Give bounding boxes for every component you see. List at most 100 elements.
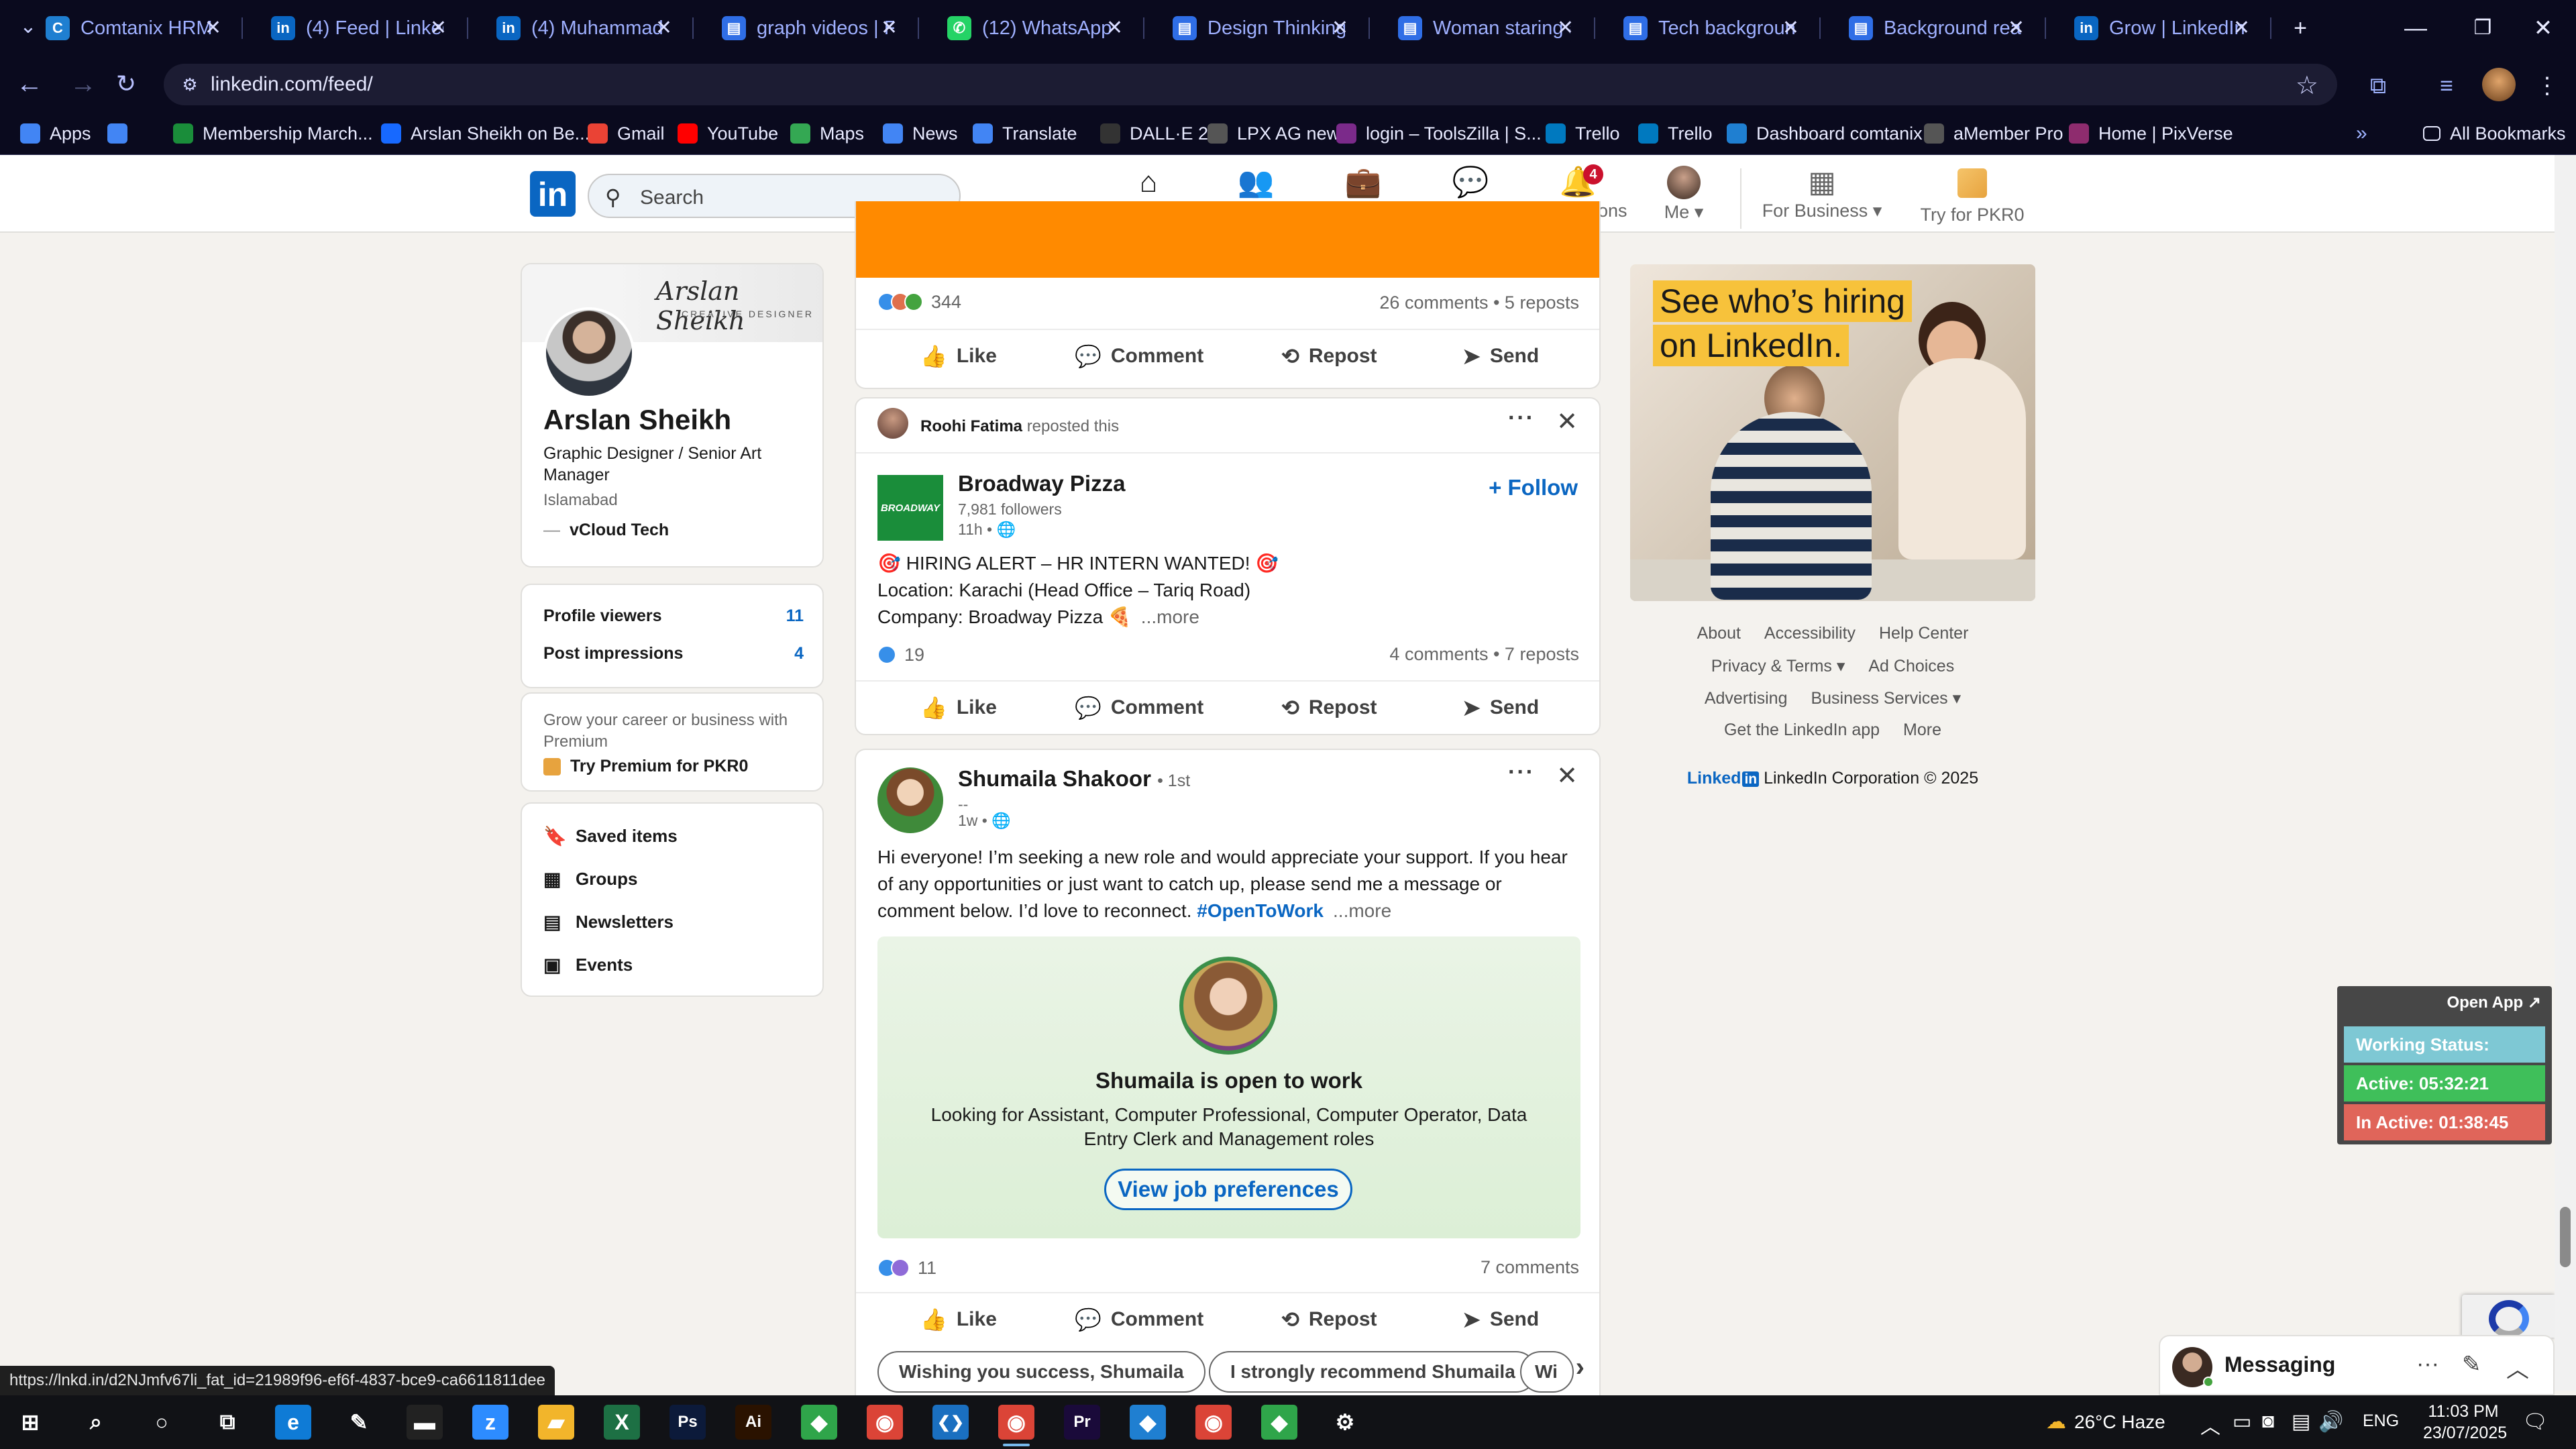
browser-tab[interactable]: in (4) Muhammad M✕ xyxy=(471,5,686,51)
minimize-button[interactable]: — xyxy=(2385,8,2446,48)
bookmark-item[interactable]: LPX AG new xyxy=(1208,120,1340,147)
more-bookmarks-icon[interactable]: » xyxy=(2356,120,2367,147)
footer-link-more[interactable]: More xyxy=(1903,720,1941,739)
company-logo[interactable]: BROADWAY xyxy=(877,475,943,541)
tab-close-icon[interactable]: ✕ xyxy=(655,16,672,40)
camtasia-icon[interactable]: ◆ xyxy=(801,1405,837,1440)
author-avatar[interactable] xyxy=(877,767,943,833)
address-bar[interactable]: ⚙ linkedin.com/feed/ ☆ xyxy=(164,64,2337,105)
hashtag-link[interactable]: #OpenToWork xyxy=(1197,900,1324,921)
chrome-icon[interactable]: ◉ xyxy=(867,1405,903,1440)
messaging-title[interactable]: Messaging xyxy=(2224,1352,2335,1377)
page-scrollbar[interactable] xyxy=(2555,155,2576,1391)
footer-link-ad-choices[interactable]: Ad Choices xyxy=(1868,657,1954,676)
bookmark-item[interactable]: aMember Pro xyxy=(1924,120,2063,147)
more-options-icon[interactable]: ··· xyxy=(1508,759,1535,786)
bookmark-item[interactable]: Maps xyxy=(790,120,864,147)
open-to-work-avatar[interactable] xyxy=(1179,957,1277,1055)
clock[interactable]: 11:03 PM 23/07/2025 xyxy=(2423,1401,2507,1444)
tab-close-icon[interactable]: ✕ xyxy=(430,16,447,40)
search-icon[interactable]: ⌕ xyxy=(78,1405,114,1440)
post-image[interactable] xyxy=(856,201,1599,278)
footer-link-about[interactable]: About xyxy=(1697,624,1741,643)
new-tab-button[interactable]: + xyxy=(2270,8,2330,48)
tab-close-icon[interactable]: ✕ xyxy=(881,16,898,40)
browser-tab[interactable]: ▤ Tech background ✕ xyxy=(1598,5,1813,51)
browser-tab[interactable]: ▤ Background reali ✕ xyxy=(1823,5,2038,51)
profile-name[interactable]: Arslan Sheikh xyxy=(543,404,731,436)
bookmark-item[interactable]: Translate xyxy=(973,120,1077,147)
footer-link-advertising[interactable]: Advertising xyxy=(1705,689,1788,708)
site-info-icon[interactable]: ⚙ xyxy=(178,73,201,96)
like-button[interactable]: 👍 Like xyxy=(920,684,997,731)
close-icon[interactable]: ✕ xyxy=(1556,761,1578,791)
windows-start-icon[interactable]: ⊞ xyxy=(12,1405,48,1440)
comment-button[interactable]: 💬 Comment xyxy=(1075,1296,1203,1343)
bookmark-item[interactable]: Dashboard comtanix xyxy=(1727,120,1923,147)
bookmark-item[interactable]: Trello xyxy=(1546,120,1620,147)
weather-icon[interactable]: ☁ xyxy=(2046,1410,2066,1434)
comment-button[interactable]: 💬 Comment xyxy=(1075,333,1203,380)
browser-menu-icon[interactable]: ⋮ xyxy=(2530,69,2564,103)
tab-close-icon[interactable]: ✕ xyxy=(1106,16,1123,40)
shortcut-groups[interactable]: ▦ Groups xyxy=(543,865,637,892)
terminal-icon[interactable]: ▬ xyxy=(407,1405,443,1440)
footer-link-accessibility[interactable]: Accessibility xyxy=(1764,624,1856,643)
send-button[interactable]: ➤ Send xyxy=(1462,333,1539,380)
bookmark-star-icon[interactable]: ☆ xyxy=(2296,70,2318,101)
footer-link-get-app[interactable]: Get the LinkedIn app xyxy=(1724,720,1880,739)
reload-icon[interactable]: ↻ xyxy=(109,66,144,101)
tab-close-icon[interactable]: ✕ xyxy=(1332,16,1348,40)
file-explorer-icon[interactable]: ▰ xyxy=(538,1405,574,1440)
bookmark-item[interactable]: Membership March... xyxy=(173,120,373,147)
illustrator-icon[interactable]: Ai xyxy=(735,1405,771,1440)
bookmark-item[interactable]: YouTube xyxy=(678,120,778,147)
browser-tab[interactable]: ✆ (12) WhatsApp ✕ xyxy=(922,5,1136,51)
nav-me[interactable]: Me ▾ xyxy=(1630,164,1737,231)
like-button[interactable]: 👍 Like xyxy=(920,333,997,380)
bookmark-item[interactable]: Gmail xyxy=(588,120,665,147)
edge-icon[interactable]: e xyxy=(275,1405,311,1440)
profile-viewers-row[interactable]: Profile viewers 11 xyxy=(543,606,804,633)
media-controls-icon[interactable]: ≡ xyxy=(2430,69,2463,103)
send-button[interactable]: ➤ Send xyxy=(1462,1296,1539,1343)
chevron-up-icon[interactable]: ︿ xyxy=(2200,1410,2220,1440)
linkedin-logo[interactable]: in xyxy=(530,171,576,217)
shortcut-newsletters[interactable]: ▤ Newsletters xyxy=(543,908,674,935)
profile-avatar[interactable] xyxy=(543,307,635,398)
comments-reposts[interactable]: 26 comments • 5 reposts xyxy=(1379,292,1579,313)
tab-close-icon[interactable]: ✕ xyxy=(1782,16,1799,40)
reactions-summary[interactable]: 344 xyxy=(877,288,961,315)
extensions-icon[interactable]: ⧉ xyxy=(2361,69,2395,103)
reactions-summary[interactable]: 11 xyxy=(877,1254,936,1281)
close-icon[interactable]: ✕ xyxy=(1556,407,1578,437)
profile-company[interactable]: — vCloud Tech xyxy=(543,521,669,540)
reposter-name[interactable]: Roohi Fatima xyxy=(920,417,1022,435)
browser-tab[interactable]: in Grow | LinkedIn ✕ xyxy=(2049,5,2263,51)
company-name[interactable]: Broadway Pizza xyxy=(958,471,1125,496)
close-window-button[interactable]: ✕ xyxy=(2513,8,2573,48)
see-more-link[interactable]: ...more xyxy=(1333,900,1391,921)
chrome-2-icon[interactable]: ◉ xyxy=(1195,1405,1232,1440)
repost-button[interactable]: ⟲ Repost xyxy=(1281,1296,1377,1343)
camtasia-2-icon[interactable]: ◆ xyxy=(1261,1405,1297,1440)
chrome-active-icon[interactable]: ◉ xyxy=(998,1405,1034,1440)
profile-card[interactable]: Arslan Sheikh CREATIVE DESIGNER Arslan S… xyxy=(521,263,824,568)
footer-link-help-center[interactable]: Help Center xyxy=(1879,624,1968,643)
browser-tab[interactable]: C Comtanix HRM ✕ xyxy=(20,5,235,51)
cortana-icon[interactable]: ○ xyxy=(144,1405,180,1440)
premiere-icon[interactable]: Pr xyxy=(1064,1405,1100,1440)
pen-icon[interactable]: ✎ xyxy=(341,1405,377,1440)
bookmark-item[interactable]: Arslan Sheikh on Be... xyxy=(381,120,590,147)
reposter-avatar[interactable] xyxy=(877,408,908,439)
compose-icon[interactable]: ✎ xyxy=(2462,1351,2481,1378)
comments-reposts[interactable]: 4 comments • 7 reposts xyxy=(1389,644,1579,665)
comments-count[interactable]: 7 comments xyxy=(1481,1257,1579,1278)
bookmark-item[interactable]: Home | PixVerse xyxy=(2069,120,2233,147)
try-premium-link[interactable]: Try Premium for PKR0 xyxy=(543,757,748,776)
tab-close-icon[interactable]: ✕ xyxy=(1557,16,1574,40)
excel-icon[interactable]: X xyxy=(604,1405,640,1440)
volume-icon[interactable]: 🔊 xyxy=(2318,1410,2343,1434)
weather-text[interactable]: 26°C Haze xyxy=(2074,1411,2165,1433)
restore-button[interactable]: ❐ xyxy=(2453,8,2513,48)
